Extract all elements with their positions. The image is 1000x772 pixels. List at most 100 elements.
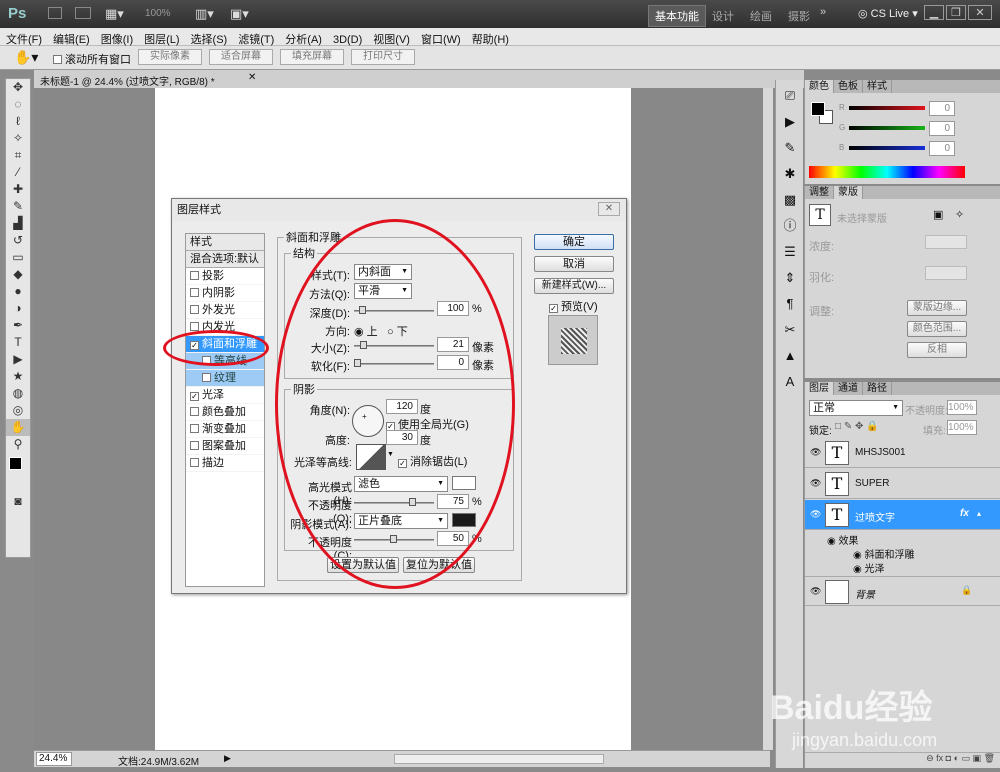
workspace-essentials[interactable]: 基本功能 <box>648 5 706 27</box>
cancel-button[interactable]: 取消 <box>534 256 614 272</box>
zoom-level[interactable]: 100% <box>145 8 171 19</box>
tools-strip-icon[interactable]: ✂ <box>779 320 801 340</box>
path-select-tool-icon[interactable]: ▶ <box>6 351 30 368</box>
clone-source-icon[interactable]: ✱ <box>779 164 801 184</box>
minibridge-icon[interactable] <box>75 7 91 19</box>
eraser-tool-icon[interactable]: ▭ <box>6 249 30 266</box>
cslive-link[interactable]: ◎ CS Live ▾ <box>858 7 918 20</box>
scroll-all-checkbox[interactable]: 滚动所有窗口 <box>53 51 131 67</box>
expand-effects-icon[interactable]: ▴ <box>977 509 981 518</box>
type-tool-icon[interactable]: T <box>6 334 30 351</box>
lock-icons[interactable]: □ ✎ ✥ 🔒 <box>835 421 879 432</box>
3d-orbit-tool-icon[interactable]: ◎ <box>6 402 30 419</box>
eye-icon[interactable]: 👁 <box>810 586 822 596</box>
checkbox-icon[interactable] <box>190 288 199 297</box>
view-extras-icon[interactable]: ▦▾ <box>105 6 124 22</box>
checkbox-icon[interactable] <box>190 441 199 450</box>
quick-mask-icon[interactable]: ◙ <box>6 493 30 510</box>
red-value[interactable]: 0 <box>929 101 955 116</box>
style-item-color-overlay[interactable]: 颜色叠加 <box>186 404 264 421</box>
horizontal-scrollbar[interactable] <box>394 754 604 764</box>
fit-screen-button[interactable]: 适合屏幕 <box>209 49 273 65</box>
brush-panel-icon[interactable]: ✎ <box>779 138 801 158</box>
mask-edge-button[interactable]: 蒙版边缘... <box>907 300 967 316</box>
density-input[interactable] <box>925 235 967 249</box>
lasso-tool-icon[interactable]: ℓ <box>6 113 30 130</box>
menu-edit[interactable]: 编辑(E) <box>47 28 95 47</box>
foreground-color[interactable] <box>9 457 22 470</box>
restore-button[interactable]: ❐ <box>946 5 966 20</box>
color-swatches[interactable] <box>6 453 30 493</box>
blue-value[interactable]: 0 <box>929 141 955 156</box>
more-workspaces-icon[interactable]: » <box>820 6 826 18</box>
fill-input[interactable]: 100% <box>947 420 977 435</box>
dodge-tool-icon[interactable]: ◑ <box>6 300 30 317</box>
healing-tool-icon[interactable]: ✚ <box>6 181 30 198</box>
3d-strip-icon[interactable]: ▲ <box>779 346 801 366</box>
tab-paths[interactable]: 路径 <box>863 382 892 395</box>
red-slider[interactable] <box>849 106 925 110</box>
style-item-gradient-overlay[interactable]: 渐变叠加 <box>186 421 264 438</box>
document-tab[interactable]: 未标题-1 @ 24.4% (过喷文字, RGB/8) * ✕ <box>34 70 804 88</box>
arrange-docs-icon[interactable]: ▥▾ <box>195 6 214 22</box>
preview-checkbox[interactable]: ✓ 预览(V) <box>549 298 598 314</box>
bucket-tool-icon[interactable]: ◆ <box>6 266 30 283</box>
green-slider[interactable] <box>849 126 925 130</box>
style-item-inner-shadow[interactable]: 内阴影 <box>186 285 264 302</box>
screen-mode-icon[interactable]: ▣▾ <box>230 6 249 22</box>
eye-icon[interactable]: 👁 <box>810 509 822 519</box>
menu-filter[interactable]: 滤镜(T) <box>232 28 279 47</box>
menu-window[interactable]: 窗口(W) <box>415 28 466 47</box>
workspace-paint[interactable]: 绘画 <box>750 8 772 24</box>
tab-adjustments[interactable]: 调整 <box>805 186 834 199</box>
effect-bevel[interactable]: ◉ 斜面和浮雕 <box>853 546 915 561</box>
fx-icon[interactable]: fx <box>960 508 969 519</box>
pixel-mask-icon[interactable]: ▣ <box>933 208 943 221</box>
menu-select[interactable]: 选择(S) <box>185 28 233 47</box>
vector-mask-icon[interactable]: ✧ <box>955 208 964 221</box>
checkbox-icon[interactable] <box>190 458 199 467</box>
info-icon[interactable]: ⓘ <box>779 216 801 236</box>
tab-swatches[interactable]: 色板 <box>834 80 863 93</box>
menu-view[interactable]: 视图(V) <box>367 28 415 47</box>
adjust-strip-icon[interactable]: ☰ <box>779 242 801 262</box>
effects-group[interactable]: ◉ 效果 <box>827 532 859 547</box>
actions-icon[interactable]: ▶ <box>779 112 801 132</box>
zoom-field[interactable]: 24.4% <box>36 752 72 766</box>
layer-row[interactable]: 👁 T SUPER <box>805 469 1000 499</box>
checkbox-icon[interactable] <box>202 373 211 382</box>
color-range-button[interactable]: 颜色范围... <box>907 321 967 337</box>
menu-analysis[interactable]: 分析(A) <box>279 28 327 47</box>
3d-rotate-tool-icon[interactable]: ◍ <box>6 385 30 402</box>
close-app-button[interactable]: ✕ <box>968 5 992 20</box>
eyedropper-tool-icon[interactable]: ⁄ <box>6 164 30 181</box>
quick-select-tool-icon[interactable]: ✧ <box>6 130 30 147</box>
checkbox-checked-icon[interactable]: ✓ <box>190 392 199 401</box>
style-item-satin[interactable]: ✓ 光泽 <box>186 387 264 404</box>
opacity-input[interactable]: 100% <box>947 400 977 415</box>
dialog-close-button[interactable]: ✕ <box>598 202 620 216</box>
tab-layers[interactable]: 图层 <box>805 382 834 395</box>
checkbox-icon[interactable] <box>190 305 199 314</box>
style-item-drop-shadow[interactable]: 投影 <box>186 268 264 285</box>
close-doc-icon[interactable]: ✕ <box>248 72 256 83</box>
checkbox-icon[interactable] <box>190 271 199 280</box>
vertical-scrollbar[interactable] <box>763 88 773 750</box>
style-item-pattern-overlay[interactable]: 图案叠加 <box>186 438 264 455</box>
blue-slider[interactable] <box>849 146 925 150</box>
history-icon[interactable]: ⎚ <box>779 86 801 106</box>
blend-mode-select[interactable]: 正常 <box>809 400 903 416</box>
pen-tool-icon[interactable]: ✒ <box>6 317 30 334</box>
tab-styles[interactable]: 样式 <box>863 80 892 93</box>
stamp-tool-icon[interactable]: ▟ <box>6 215 30 232</box>
shape-tool-icon[interactable]: ★ <box>6 368 30 385</box>
feather-input[interactable] <box>925 266 967 280</box>
workspace-design[interactable]: 设计 <box>712 8 734 24</box>
checkbox-icon[interactable] <box>190 322 199 331</box>
menu-layer[interactable]: 图层(L) <box>138 28 184 47</box>
tab-color[interactable]: 颜色 <box>805 80 834 93</box>
blur-tool-icon[interactable]: ● <box>6 283 30 300</box>
history-brush-icon[interactable]: ↺ <box>6 232 30 249</box>
menu-image[interactable]: 图像(I) <box>95 28 138 47</box>
layers-footer-icons[interactable]: ⊖ fx ◘ ◐ ▭ ▣ 🗑 <box>805 752 1000 768</box>
